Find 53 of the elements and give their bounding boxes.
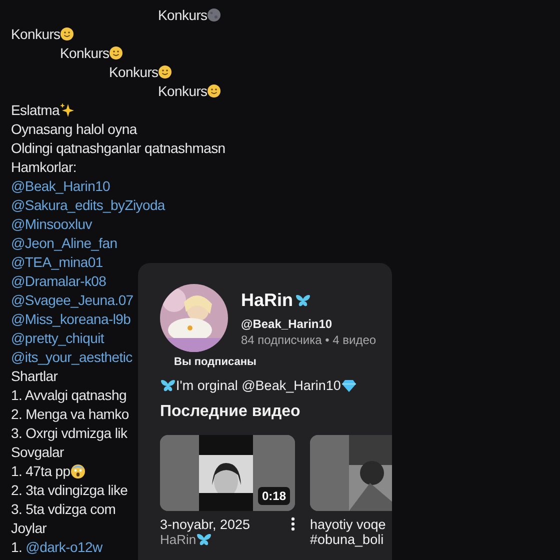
more-icon[interactable] [291, 517, 295, 531]
butterfly-icon [295, 294, 312, 308]
scream-face-icon [70, 462, 86, 478]
message-text: Konkurs [158, 82, 208, 98]
mention-link[interactable]: @Miss_koreana-l9b [11, 310, 131, 326]
smiley-icon [158, 64, 172, 78]
message-text: 1. Avvalgi qatnashg [11, 386, 126, 402]
message-text: 2. Menga va hamko [11, 406, 129, 422]
message-text: Shartlar [11, 368, 58, 384]
mention-link[interactable]: @Sakura_edits_byZiyoda [11, 196, 165, 212]
message-text: 3. Oxrgi vdmizga lik [11, 424, 128, 440]
message-text: Konkurs [60, 44, 110, 60]
gem-icon [340, 378, 357, 392]
video-title: #obuna_boli [310, 532, 385, 547]
mention-link[interactable]: @Svagee_Jeuna.07 [11, 292, 134, 308]
video-channel: HaRin [160, 532, 196, 547]
message-text: 2. 3ta vdingizga like [11, 482, 128, 498]
mention-link[interactable]: @Jeon_Aline_fan [11, 234, 118, 250]
message-text: Oldingi qatnashganlar qatnashmasn [11, 140, 226, 156]
smiley-icon [109, 46, 124, 60]
list-number: 1. [11, 538, 22, 554]
channel-bio: I'm orginal @Beak_Harin10 [176, 378, 341, 393]
message-text: Konkurs [11, 26, 60, 42]
channel-name: HaRin [241, 290, 294, 311]
moon-face-icon [207, 8, 222, 22]
duration-badge: 0:18 [258, 487, 290, 505]
mention-link[interactable]: @pretty_chiquit [11, 330, 104, 346]
message-text: Hamkorlar: [11, 158, 76, 174]
sparkles-icon [59, 102, 76, 118]
mention-link[interactable]: @its_your_aesthetic [11, 348, 132, 364]
message-text: Joylar [11, 520, 47, 536]
video-title: 3-noyabr, 2025 [160, 517, 250, 532]
mention-link[interactable]: @TEA_mina01 [11, 254, 103, 270]
message-text: Oynasang halol oyna [11, 120, 137, 136]
message-text: 1. 47ta pp [11, 462, 70, 478]
message-text: Eslatma [11, 102, 60, 118]
mention-link[interactable]: @Minsooxluv [11, 216, 92, 232]
butterfly-icon [196, 532, 212, 546]
message-text: Konkurs [158, 6, 208, 22]
message-text: 3. 5ta vdizga com [11, 500, 116, 516]
video-title: hayotiy voqe [310, 517, 386, 532]
mention-link[interactable]: @dark-o12w [26, 538, 102, 554]
subscribe-button[interactable]: Вы подписаны [170, 354, 260, 370]
smiley-icon [207, 84, 222, 98]
smiley-icon [60, 26, 74, 40]
section-title: Последние видео [160, 403, 302, 421]
channel-handle: @Beak_Harin10 [241, 317, 334, 331]
message-text: Konkurs [109, 64, 158, 80]
mention-link[interactable]: @Beak_Harin10 [11, 178, 110, 194]
butterfly-icon [160, 378, 176, 392]
message-text: Sovgalar [11, 444, 64, 460]
mention-link[interactable]: @Dramalar-k08 [11, 272, 106, 288]
channel-stats: 84 подписчика • 4 видео [241, 333, 376, 347]
